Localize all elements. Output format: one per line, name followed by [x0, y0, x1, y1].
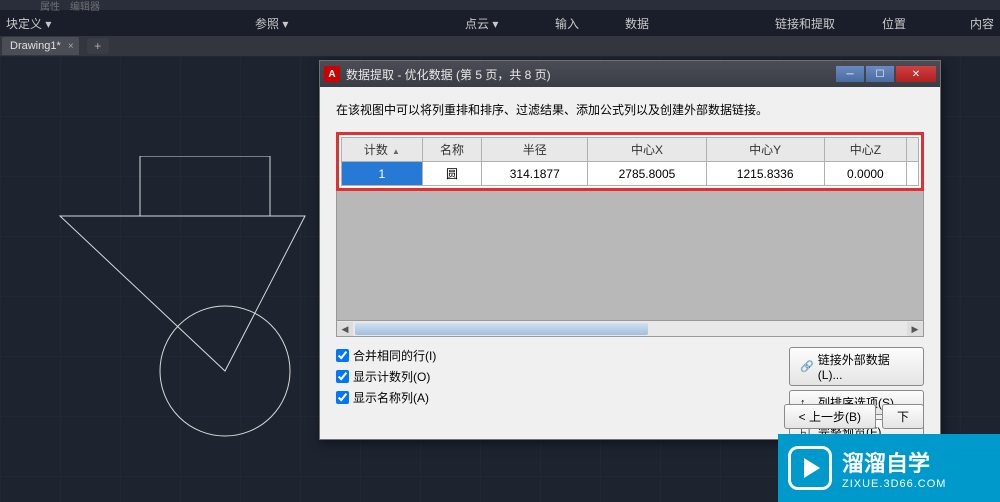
scroll-thumb[interactable] — [355, 323, 648, 335]
panel-input[interactable]: 输入 — [555, 15, 579, 32]
maximize-button[interactable]: ☐ — [866, 66, 894, 82]
watermark-title: 溜溜自学 — [842, 446, 946, 478]
play-icon — [788, 446, 832, 490]
chk-merge-rows[interactable]: 合并相同的行(I) — [336, 347, 436, 364]
canvas-geometry — [40, 156, 340, 459]
panel-pointcloud[interactable]: 点云 ▾ — [465, 15, 498, 32]
col-spacer — [907, 138, 919, 162]
table-row[interactable]: 1 圆 314.1877 2785.8005 1215.8336 0.0000 — [342, 162, 919, 186]
dialog-titlebar[interactable]: A 数据提取 - 优化数据 (第 5 页，共 8 页) ─ ☐ ✕ — [320, 61, 940, 87]
panel-blockdef[interactable]: 块定义 ▾ — [6, 15, 51, 32]
col-name[interactable]: 名称 — [422, 138, 481, 162]
col-centerx[interactable]: 中心X — [588, 138, 706, 162]
file-tabs: Drawing1* × + — [0, 36, 1000, 56]
chk-show-count[interactable]: 显示计数列(O) — [336, 368, 436, 385]
chk-show-name-input[interactable] — [336, 391, 349, 404]
horizontal-scrollbar[interactable]: ◀ ▶ — [336, 321, 924, 337]
cell-name[interactable]: 圆 — [422, 162, 481, 186]
link-external-button[interactable]: 🔗链接外部数据(L)... — [789, 347, 924, 386]
watermark-text: 溜溜自学 ZIXUE.3D66.COM — [842, 446, 946, 490]
cell-centery[interactable]: 1215.8336 — [706, 162, 824, 186]
checkbox-group: 合并相同的行(I) 显示计数列(O) 显示名称列(A) — [336, 347, 436, 444]
data-extract-dialog: A 数据提取 - 优化数据 (第 5 页，共 8 页) ─ ☐ ✕ 在该视图中可… — [319, 60, 941, 440]
next-button[interactable]: 下 — [882, 404, 924, 429]
chk-show-count-input[interactable] — [336, 370, 349, 383]
ribbon-top-editor: 编辑器 — [70, 0, 100, 13]
side-button-group: 🔗链接外部数据(L)... ↕列排序选项(S)... ◱完整预览(F)... — [789, 347, 924, 444]
cell-radius[interactable]: 314.1877 — [482, 162, 588, 186]
close-button[interactable]: ✕ — [896, 66, 936, 82]
panel-link-extract[interactable]: 链接和提取 — [775, 15, 835, 32]
cell-spacer — [907, 162, 919, 186]
ribbon-top: 属性 编辑器 — [0, 0, 1000, 10]
chk-show-name[interactable]: 显示名称列(A) — [336, 389, 436, 406]
cell-centerz[interactable]: 0.0000 — [824, 162, 906, 186]
col-centerz[interactable]: 中心Z — [824, 138, 906, 162]
table-empty-area — [336, 191, 924, 321]
file-tab-label: Drawing1* — [10, 40, 61, 52]
close-icon[interactable]: × — [68, 41, 74, 52]
shape-rectangle — [140, 156, 270, 216]
dialog-description: 在该视图中可以将列重排和排序、过滤结果、添加公式列以及创建外部数据链接。 — [336, 101, 924, 118]
panel-location[interactable]: 位置 — [882, 15, 906, 32]
dialog-title: 数据提取 - 优化数据 (第 5 页，共 8 页) — [346, 66, 551, 83]
scroll-left-icon[interactable]: ◀ — [337, 322, 353, 336]
dialog-footer: < 上一步(B) 下 — [784, 404, 924, 429]
col-centery[interactable]: 中心Y — [706, 138, 824, 162]
col-radius[interactable]: 半径 — [482, 138, 588, 162]
prev-button[interactable]: < 上一步(B) — [784, 404, 876, 429]
data-table[interactable]: 计数▲ 名称 半径 中心X 中心Y 中心Z 1 圆 314.1877 2785 — [341, 137, 919, 186]
minimize-button[interactable]: ─ — [836, 66, 864, 82]
ribbon-top-props: 属性 — [40, 0, 60, 13]
col-count[interactable]: 计数▲ — [342, 138, 423, 162]
cell-count[interactable]: 1 — [342, 162, 423, 186]
panel-data[interactable]: 数据 — [625, 15, 649, 32]
watermark-url: ZIXUE.3D66.COM — [842, 478, 946, 490]
shape-triangle — [60, 216, 305, 371]
data-table-highlight: 计数▲ 名称 半径 中心X 中心Y 中心Z 1 圆 314.1877 2785 — [336, 132, 924, 191]
dialog-options: 合并相同的行(I) 显示计数列(O) 显示名称列(A) 🔗链接外部数据(L)..… — [336, 347, 924, 444]
link-icon: 🔗 — [800, 360, 814, 373]
file-tab-drawing1[interactable]: Drawing1* × — [2, 37, 79, 55]
panel-reference[interactable]: 参照 ▾ — [255, 15, 288, 32]
sort-asc-icon: ▲ — [392, 147, 400, 156]
watermark-banner: 溜溜自学 ZIXUE.3D66.COM — [778, 434, 1000, 502]
scroll-right-icon[interactable]: ▶ — [907, 322, 923, 336]
cell-centerx[interactable]: 2785.8005 — [588, 162, 706, 186]
new-tab-button[interactable]: + — [87, 38, 109, 54]
panel-content[interactable]: 内容 — [970, 15, 994, 32]
ribbon-panel-labels: 块定义 ▾ 参照 ▾ 点云 ▾ 输入 数据 链接和提取 位置 内容 — [0, 12, 1000, 34]
plus-icon: + — [94, 39, 101, 53]
chk-merge-rows-input[interactable] — [336, 349, 349, 362]
dialog-body: 在该视图中可以将列重排和排序、过滤结果、添加公式列以及创建外部数据链接。 计数▲… — [320, 87, 940, 458]
app-icon: A — [324, 66, 340, 82]
